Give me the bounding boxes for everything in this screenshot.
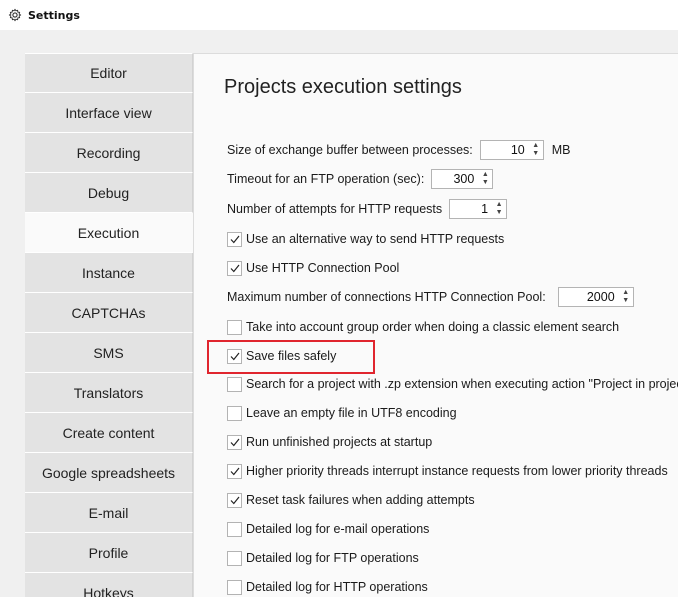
run-unfinished-label: Run unfinished projects at startup	[246, 435, 433, 449]
page-title: Projects execution settings	[224, 76, 462, 98]
settings-sidebar: Editor Interface view Recording Debug Ex…	[25, 53, 193, 597]
buffer-size-label: Size of exchange buffer between processe…	[227, 143, 473, 157]
zp-search-checkbox[interactable]	[227, 376, 242, 392]
priority-threads-checkbox[interactable]	[227, 463, 242, 479]
checkmark-icon	[230, 235, 239, 243]
stepper-arrows[interactable]: ▲ ▼	[480, 170, 492, 188]
sidebar-item-hotkeys[interactable]: Hotkeys	[25, 573, 193, 597]
alt-http-checkbox-row[interactable]: Use an alternative way to send HTTP requ…	[227, 228, 504, 250]
sidebar-item-captchas[interactable]: CAPTCHAs	[25, 293, 193, 333]
chevron-down-icon[interactable]: ▼	[496, 209, 503, 217]
alt-http-checkbox[interactable]	[227, 231, 242, 247]
http-attempts-input[interactable]	[450, 200, 495, 218]
zp-search-checkbox-row[interactable]: Search for a project with .zp extension …	[227, 373, 678, 395]
chevron-down-icon[interactable]: ▼	[622, 297, 629, 305]
log-ftp-checkbox-row[interactable]: Detailed log for FTP operations	[227, 547, 419, 569]
ftp-timeout-input[interactable]	[432, 170, 481, 188]
chevron-down-icon[interactable]: ▼	[482, 179, 489, 187]
sidebar-item-debug[interactable]: Debug	[25, 173, 193, 213]
buffer-size-stepper[interactable]: ▲▼	[479, 140, 544, 160]
log-email-checkbox[interactable]	[227, 521, 242, 537]
reset-failures-label: Reset task failures when adding attempts	[246, 493, 475, 507]
ftp-timeout-stepper[interactable]: ▲▼	[431, 169, 494, 189]
save-safely-label: Save files safely	[246, 349, 337, 363]
connection-pool-label: Use HTTP Connection Pool	[246, 261, 400, 275]
log-http-checkbox[interactable]	[227, 579, 242, 595]
utf8-empty-checkbox[interactable]	[227, 405, 242, 421]
sidebar-item-recording[interactable]: Recording	[25, 133, 193, 173]
group-order-checkbox[interactable]	[227, 319, 242, 335]
log-email-checkbox-row[interactable]: Detailed log for e-mail operations	[227, 518, 429, 540]
stepper-arrows[interactable]: ▲ ▼	[494, 200, 506, 218]
chevron-down-icon[interactable]: ▼	[532, 150, 539, 158]
gear-icon	[8, 8, 22, 22]
utf8-empty-checkbox-row[interactable]: Leave an empty file in UTF8 encoding	[227, 402, 457, 424]
save-safely-checkbox-row[interactable]: Save files safely	[227, 345, 336, 367]
log-email-label: Detailed log for e-mail operations	[246, 522, 430, 536]
sidebar-item-sms[interactable]: SMS	[25, 333, 193, 373]
priority-threads-checkbox-row[interactable]: Higher priority threads interrupt instan…	[227, 460, 668, 482]
connection-pool-checkbox[interactable]	[227, 260, 242, 276]
log-ftp-label: Detailed log for FTP operations	[246, 551, 419, 565]
http-attempts-stepper[interactable]: ▲▼	[449, 199, 508, 219]
log-ftp-checkbox[interactable]	[227, 550, 242, 566]
buffer-size-unit: MB	[551, 143, 571, 157]
ftp-timeout-row: Timeout for an FTP operation (sec): ▲▼	[227, 168, 494, 190]
title-bar: Settings	[0, 0, 678, 30]
sidebar-item-create-content[interactable]: Create content	[25, 413, 193, 453]
stepper-arrows[interactable]: ▲ ▼	[621, 288, 633, 306]
stepper-arrows[interactable]: ▲ ▼	[531, 141, 543, 159]
checkmark-icon	[230, 352, 239, 360]
checkmark-icon	[230, 467, 239, 475]
max-connections-stepper[interactable]: ▲▼	[557, 287, 634, 307]
ftp-timeout-label: Timeout for an FTP operation (sec):	[227, 172, 425, 186]
sidebar-item-instance[interactable]: Instance	[25, 253, 193, 293]
chevron-up-icon[interactable]: ▲	[496, 201, 503, 209]
chevron-up-icon[interactable]: ▲	[622, 289, 629, 297]
sidebar-item-editor[interactable]: Editor	[25, 53, 193, 93]
log-http-checkbox-row[interactable]: Detailed log for HTTP operations	[227, 576, 428, 597]
log-http-label: Detailed log for HTTP operations	[246, 580, 428, 594]
zp-search-label: Search for a project with .zp extension …	[246, 377, 678, 391]
alt-http-label: Use an alternative way to send HTTP requ…	[246, 232, 505, 246]
run-unfinished-checkbox[interactable]	[227, 434, 242, 450]
run-unfinished-checkbox-row[interactable]: Run unfinished projects at startup	[227, 431, 432, 453]
sidebar-item-translators[interactable]: Translators	[25, 373, 193, 413]
save-safely-checkbox[interactable]	[227, 348, 242, 364]
group-order-checkbox-row[interactable]: Take into account group order when doing…	[227, 316, 619, 338]
utf8-empty-label: Leave an empty file in UTF8 encoding	[246, 406, 457, 420]
priority-threads-label: Higher priority threads interrupt instan…	[246, 464, 668, 478]
reset-failures-checkbox-row[interactable]: Reset task failures when adding attempts	[227, 489, 475, 511]
sidebar-item-email[interactable]: E-mail	[25, 493, 193, 533]
max-connections-row: Maximum number of connections HTTP Conne…	[227, 286, 634, 308]
chevron-up-icon[interactable]: ▲	[532, 142, 539, 150]
connection-pool-checkbox-row[interactable]: Use HTTP Connection Pool	[227, 257, 399, 279]
checkmark-icon	[230, 264, 239, 272]
buffer-size-row: Size of exchange buffer between processe…	[227, 139, 571, 161]
chevron-up-icon[interactable]: ▲	[482, 171, 489, 179]
sidebar-item-interface-view[interactable]: Interface view	[25, 93, 193, 133]
checkmark-icon	[230, 438, 239, 446]
http-attempts-row: Number of attempts for HTTP requests ▲▼	[227, 198, 508, 220]
sidebar-item-profile[interactable]: Profile	[25, 533, 193, 573]
max-connections-label: Maximum number of connections HTTP Conne…	[227, 290, 546, 304]
max-connections-input[interactable]	[558, 288, 621, 306]
checkmark-icon	[230, 496, 239, 504]
sidebar-item-google-spreadsheets[interactable]: Google spreadsheets	[25, 453, 193, 493]
sidebar-item-execution[interactable]: Execution	[25, 213, 193, 253]
http-attempts-label: Number of attempts for HTTP requests	[227, 202, 443, 216]
execution-settings-panel: Projects execution settings Size of exch…	[193, 53, 678, 597]
buffer-size-input[interactable]	[480, 141, 531, 159]
group-order-label: Take into account group order when doing…	[246, 320, 620, 334]
window-title: Settings	[28, 8, 80, 22]
reset-failures-checkbox[interactable]	[227, 492, 242, 508]
